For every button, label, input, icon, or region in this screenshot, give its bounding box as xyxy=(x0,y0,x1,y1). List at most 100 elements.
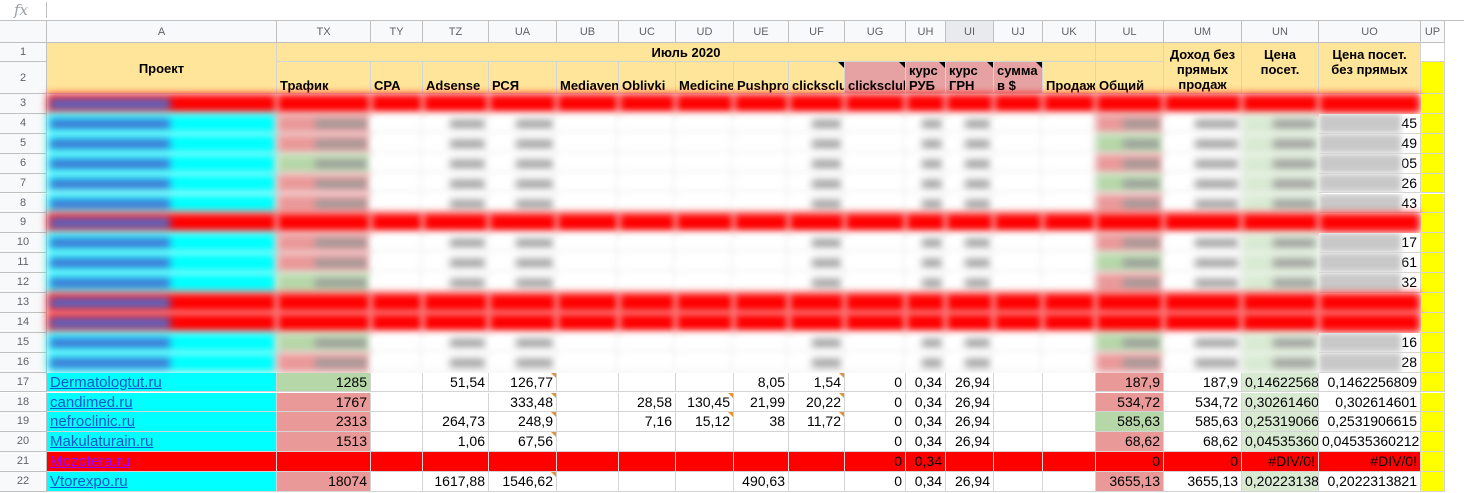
cell-uj[interactable] xyxy=(994,412,1043,433)
cell-ul[interactable] xyxy=(1096,173,1164,194)
project-cell[interactable] xyxy=(47,233,277,254)
cell-un[interactable]: 0,253190661 xyxy=(1242,412,1319,433)
cell-tx[interactable]: 2313 xyxy=(277,412,371,433)
cell-uh[interactable] xyxy=(906,153,946,174)
cell-ul[interactable]: 68,62 xyxy=(1096,432,1164,453)
cell-uj[interactable] xyxy=(994,452,1043,473)
cell-uf[interactable] xyxy=(789,273,845,293)
project-cell[interactable] xyxy=(47,173,277,194)
cell-ug[interactable] xyxy=(845,312,906,333)
filler-cell[interactable] xyxy=(1421,233,1445,254)
cell-uo[interactable]: 45 xyxy=(1319,113,1421,134)
cell-um[interactable]: 187,9 xyxy=(1164,372,1242,393)
cell-tx[interactable] xyxy=(277,332,371,353)
cell-ty[interactable] xyxy=(371,312,423,333)
column-header-up[interactable]: UP xyxy=(1421,21,1445,43)
cell-ui[interactable] xyxy=(946,213,994,234)
cell-tx[interactable] xyxy=(277,173,371,194)
cell-uh[interactable] xyxy=(906,133,946,154)
cell-ul[interactable]: 0 xyxy=(1096,452,1164,473)
cell-ue[interactable]: 8,05 xyxy=(734,372,789,393)
cell-uk[interactable] xyxy=(1043,153,1096,174)
row-header-22[interactable]: 22 xyxy=(0,472,47,492)
cell-ui[interactable] xyxy=(946,193,994,214)
cell-ue[interactable] xyxy=(734,432,789,453)
filler-cell[interactable] xyxy=(1421,133,1445,154)
cell-ty[interactable] xyxy=(371,133,423,154)
cell-tz[interactable] xyxy=(423,392,489,413)
cell-tx[interactable] xyxy=(277,273,371,293)
cell-ud[interactable] xyxy=(676,173,734,194)
row-header-2[interactable]: 2 xyxy=(0,62,47,94)
cell-ub[interactable] xyxy=(557,273,619,293)
cell-un[interactable] xyxy=(1242,273,1319,293)
cell-un[interactable]: 0,202231382 xyxy=(1242,472,1319,492)
cell-um[interactable] xyxy=(1164,213,1242,234)
project-cell[interactable] xyxy=(47,153,277,174)
cell-uo[interactable]: 16 xyxy=(1319,332,1421,353)
cell-ug[interactable] xyxy=(845,133,906,154)
comment-indicator[interactable] xyxy=(551,372,556,378)
column-header-uc[interactable]: UC xyxy=(619,21,676,43)
cell-ui[interactable] xyxy=(946,293,994,313)
cell-ty[interactable] xyxy=(371,452,423,473)
cell-ua[interactable] xyxy=(489,332,557,353)
cell-uk[interactable] xyxy=(1043,372,1096,393)
cell-uc[interactable] xyxy=(619,352,676,373)
cell-tx[interactable] xyxy=(277,233,371,254)
cell-ud[interactable] xyxy=(676,213,734,234)
cell-ul[interactable] xyxy=(1096,253,1164,274)
cell-ud[interactable] xyxy=(676,273,734,293)
cell-ty[interactable] xyxy=(371,332,423,353)
cell-uo[interactable]: 61 xyxy=(1319,253,1421,274)
cell-tz[interactable] xyxy=(423,153,489,174)
cell-uj[interactable] xyxy=(994,273,1043,293)
cell-tx[interactable] xyxy=(277,253,371,274)
cell-ub[interactable] xyxy=(557,472,619,492)
cell-ua[interactable]: 333,48 xyxy=(489,392,557,413)
cell-uh[interactable] xyxy=(906,312,946,333)
cell-ua[interactable] xyxy=(489,293,557,313)
cell-un[interactable] xyxy=(1242,312,1319,333)
cell-um[interactable]: 585,63 xyxy=(1164,412,1242,433)
cell-ui[interactable] xyxy=(946,94,994,114)
cell-ty[interactable] xyxy=(371,472,423,492)
cell-uo[interactable]: 0,2022313821 xyxy=(1319,472,1421,492)
cell-uk[interactable] xyxy=(1043,173,1096,194)
cell-ul[interactable] xyxy=(1096,113,1164,134)
project-cell[interactable] xyxy=(47,113,277,134)
cell-uf[interactable] xyxy=(789,253,845,274)
cell-ua[interactable] xyxy=(489,233,557,254)
cell-uo[interactable]: 26 xyxy=(1319,173,1421,194)
cell-ty[interactable] xyxy=(371,173,423,194)
column-header-ui[interactable]: UI xyxy=(946,21,994,43)
cell-uk[interactable] xyxy=(1043,332,1096,353)
row-header-10[interactable]: 10 xyxy=(0,233,47,254)
cell-ua[interactable]: 1546,62 xyxy=(489,472,557,492)
cell-ty[interactable] xyxy=(371,412,423,433)
cell-um[interactable]: 68,62 xyxy=(1164,432,1242,453)
cell-uc[interactable] xyxy=(619,113,676,134)
cell-um[interactable] xyxy=(1164,253,1242,274)
cell-uo[interactable]: 0,04535360212 xyxy=(1319,432,1421,453)
cell-ug[interactable] xyxy=(845,113,906,134)
filler-cell[interactable] xyxy=(1421,253,1445,274)
project-cell[interactable]: Mozotera.ru xyxy=(47,452,277,473)
column-header-uf[interactable]: UF xyxy=(789,21,845,43)
cell-um[interactable] xyxy=(1164,312,1242,333)
cell-tz[interactable]: 1617,88 xyxy=(423,472,489,492)
cell-uc[interactable] xyxy=(619,253,676,274)
cell-un[interactable] xyxy=(1242,293,1319,313)
project-cell[interactable]: Makulaturain.ru xyxy=(47,432,277,453)
cell-tz[interactable]: 264,73 xyxy=(423,412,489,433)
cell-ui[interactable] xyxy=(946,113,994,134)
cell-uj[interactable] xyxy=(994,94,1043,114)
cell-ud[interactable] xyxy=(676,312,734,333)
filler-cell[interactable] xyxy=(1421,412,1445,433)
cell-uh[interactable] xyxy=(906,193,946,214)
project-cell[interactable]: Vtorexpo.ru xyxy=(47,472,277,492)
row-header-17[interactable]: 17 xyxy=(0,372,47,393)
cell-uo[interactable]: 28 xyxy=(1319,352,1421,373)
comment-indicator[interactable] xyxy=(551,432,556,438)
filler-cell[interactable] xyxy=(1421,352,1445,373)
